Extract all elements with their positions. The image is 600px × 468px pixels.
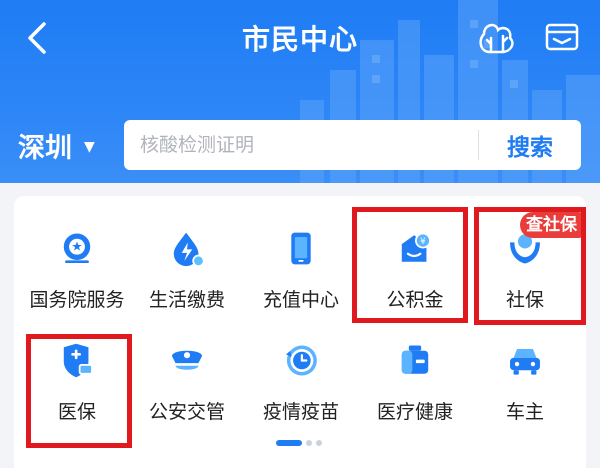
header-bar: 市民中心 深圳 ▼ 搜索 <box>0 0 600 183</box>
tree-icon[interactable] <box>476 18 518 58</box>
page-dot[interactable] <box>316 440 322 446</box>
service-utility-payment[interactable]: 生活缴费 <box>130 202 244 312</box>
city-selector[interactable]: 深圳 ▼ <box>18 126 95 165</box>
service-label: 医保 <box>57 401 96 423</box>
housing-fund-icon: ¥ <box>401 232 431 262</box>
service-epidemic-vaccine[interactable]: 疫情疫苗 <box>244 314 358 424</box>
search-box: 搜索 <box>124 120 581 170</box>
service-label: 生活缴费 <box>148 289 225 311</box>
service-healthcare[interactable]: 医疗健康 <box>358 314 472 424</box>
service-label: 疫情疫苗 <box>262 401 339 423</box>
vaccine-clock-icon <box>286 345 317 376</box>
car-icon <box>510 349 540 375</box>
service-label: 公积金 <box>386 289 444 311</box>
healthcare-icon <box>401 345 429 374</box>
wallet-icon[interactable] <box>544 20 580 54</box>
service-label: 社保 <box>505 289 544 311</box>
search-input[interactable] <box>124 120 478 170</box>
social-security-badge[interactable]: 查社保 <box>520 212 583 238</box>
service-recharge-center[interactable]: 充值中心 <box>244 202 358 312</box>
service-car-owner[interactable]: 车主 <box>468 314 582 424</box>
service-label: 医疗健康 <box>376 401 453 423</box>
service-label: 国务院服务 <box>29 289 125 311</box>
page-dot[interactable] <box>306 440 312 446</box>
medical-insurance-icon <box>63 343 93 378</box>
state-council-emblem-icon <box>63 233 91 264</box>
service-label: 充值中心 <box>262 289 339 311</box>
service-police-traffic[interactable]: 公安交管 <box>130 314 244 424</box>
service-housing-fund[interactable]: ¥ 公积金 <box>358 202 472 312</box>
service-state-council[interactable]: 国务院服务 <box>20 202 134 312</box>
utility-payment-icon <box>173 232 205 267</box>
service-label: 公安交管 <box>148 401 225 423</box>
police-cap-icon <box>172 350 202 370</box>
city-name: 深圳 <box>18 133 72 164</box>
svg-text:¥: ¥ <box>420 237 426 247</box>
caret-down-icon: ▼ <box>84 138 95 155</box>
pagination-dots <box>276 440 322 446</box>
search-button[interactable]: 搜索 <box>479 128 581 162</box>
page-dot-active[interactable] <box>276 440 302 446</box>
service-medical-insurance[interactable]: 医保 <box>20 314 134 424</box>
service-label: 车主 <box>505 401 544 423</box>
phone-recharge-icon <box>291 232 311 265</box>
